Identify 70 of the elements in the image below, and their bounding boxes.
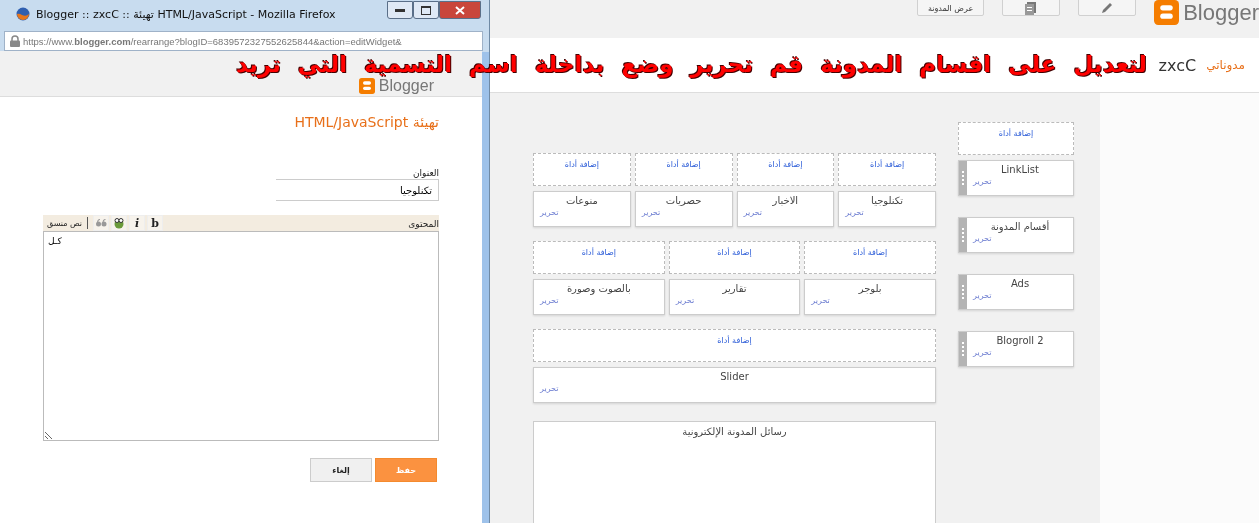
edit-post-button[interactable] <box>1078 0 1137 16</box>
add-gadget-link[interactable]: إضافة أداة <box>668 241 801 274</box>
firefox-icon <box>16 7 30 21</box>
edit-link[interactable]: تحرير <box>675 296 695 305</box>
gadget-title: LinkList <box>1000 164 1040 175</box>
content-label: المحتوى <box>408 219 439 229</box>
gadget-title: منوعات <box>564 195 599 206</box>
bold-button[interactable]: b <box>147 215 164 231</box>
drag-handle[interactable] <box>959 275 967 309</box>
edit-link[interactable]: تحرير <box>540 384 559 393</box>
add-gadget-link[interactable]: إضافة أداة <box>634 153 733 186</box>
add-gadget-link[interactable]: إضافة أداة <box>533 153 631 186</box>
add-gadget-link[interactable]: إضافة أداة <box>736 153 835 186</box>
pages-icon <box>1024 1 1039 15</box>
window-title: Blogger :: zxcC :: تهيئة HTML/JavaScript - Mozilla Firefox <box>36 7 337 21</box>
lock-icon <box>10 35 20 47</box>
maximize-icon <box>421 5 431 15</box>
pages-button[interactable] <box>1002 0 1061 16</box>
rich-text-link[interactable]: نص منسق <box>47 218 83 228</box>
image-button[interactable] <box>111 215 128 231</box>
gadget-title: بلوجر <box>857 283 883 294</box>
gadget-title: بالصوت وصورة <box>565 283 632 294</box>
my-blogs-link[interactable]: مدوناتي <box>1206 58 1245 72</box>
maximize-button[interactable] <box>413 1 439 19</box>
edit-link[interactable]: تحرير <box>743 208 762 217</box>
minimize-button[interactable] <box>387 1 413 19</box>
add-gadget-link[interactable]: إضافة أداة <box>533 241 665 274</box>
view-blog-button[interactable]: عرض المدونة <box>916 0 985 16</box>
edit-link[interactable]: تحرير <box>540 208 559 217</box>
edit-link[interactable]: تحرير <box>973 348 992 357</box>
italic-button[interactable]: i <box>129 215 146 231</box>
blogger-logo-icon <box>358 78 375 94</box>
add-gadget-link[interactable]: إضافة أداة <box>533 329 936 362</box>
gadget-title: الاخبار <box>771 195 800 206</box>
blog-name: zxcC <box>1158 55 1197 75</box>
minimize-icon <box>395 8 405 12</box>
blogger-logo-icon <box>1154 0 1180 25</box>
pencil-icon <box>1100 1 1115 15</box>
gadget-title: Blogroll 2 <box>995 335 1045 346</box>
add-gadget-link[interactable]: إضافة أداة <box>838 153 936 186</box>
edit-link[interactable]: تحرير <box>540 296 559 305</box>
dialog-heading: تهيئة HTML/JavaScript <box>293 114 439 130</box>
close-icon <box>455 5 465 15</box>
address-bar[interactable]: https://www.blogger.com/rearrange?blogID=6839572327552625844&action=editWidget& <box>4 31 483 51</box>
gadget-title: حصريات <box>664 195 703 206</box>
title-label: العنوان <box>411 168 439 178</box>
blogger-logo-text: Blogger <box>1183 1 1259 24</box>
content-textarea[interactable]: كـل <box>43 231 439 441</box>
edit-link[interactable]: تحرير <box>973 291 992 300</box>
url-text: https://www.blogger.com/rearrange?blogID=6839572327552625844&action=editWidget& <box>23 35 402 47</box>
drag-handle[interactable] <box>959 218 967 252</box>
edit-link[interactable]: تحرير <box>973 177 992 186</box>
add-gadget-link[interactable]: إضافة أداة <box>804 241 936 274</box>
title-input-field[interactable]: تكنلوجيا <box>276 179 439 201</box>
cancel-button[interactable]: إلغاء <box>310 458 372 482</box>
gadget-title: Slider <box>719 371 750 382</box>
drag-handle[interactable] <box>959 161 967 195</box>
close-button[interactable] <box>439 1 481 19</box>
edit-link[interactable]: تحرير <box>641 208 661 217</box>
gadget-title: تكنلوجيا <box>870 195 905 206</box>
gadget-title: تقارير <box>721 283 748 294</box>
edit-link[interactable]: تحرير <box>811 296 830 305</box>
gadget-title: رسائل المدونة الإلكترونية <box>682 426 787 440</box>
gadget-title: Ads <box>1009 278 1031 289</box>
edit-link[interactable]: تحرير <box>973 234 992 243</box>
add-gadget-link[interactable]: إضافة أداة <box>958 122 1074 155</box>
edit-link[interactable]: تحرير <box>845 208 864 217</box>
gadget-title: أقسام المدونة <box>989 221 1051 232</box>
drag-handle[interactable] <box>959 332 967 366</box>
blogger-logo-text: Blogger <box>378 78 434 94</box>
